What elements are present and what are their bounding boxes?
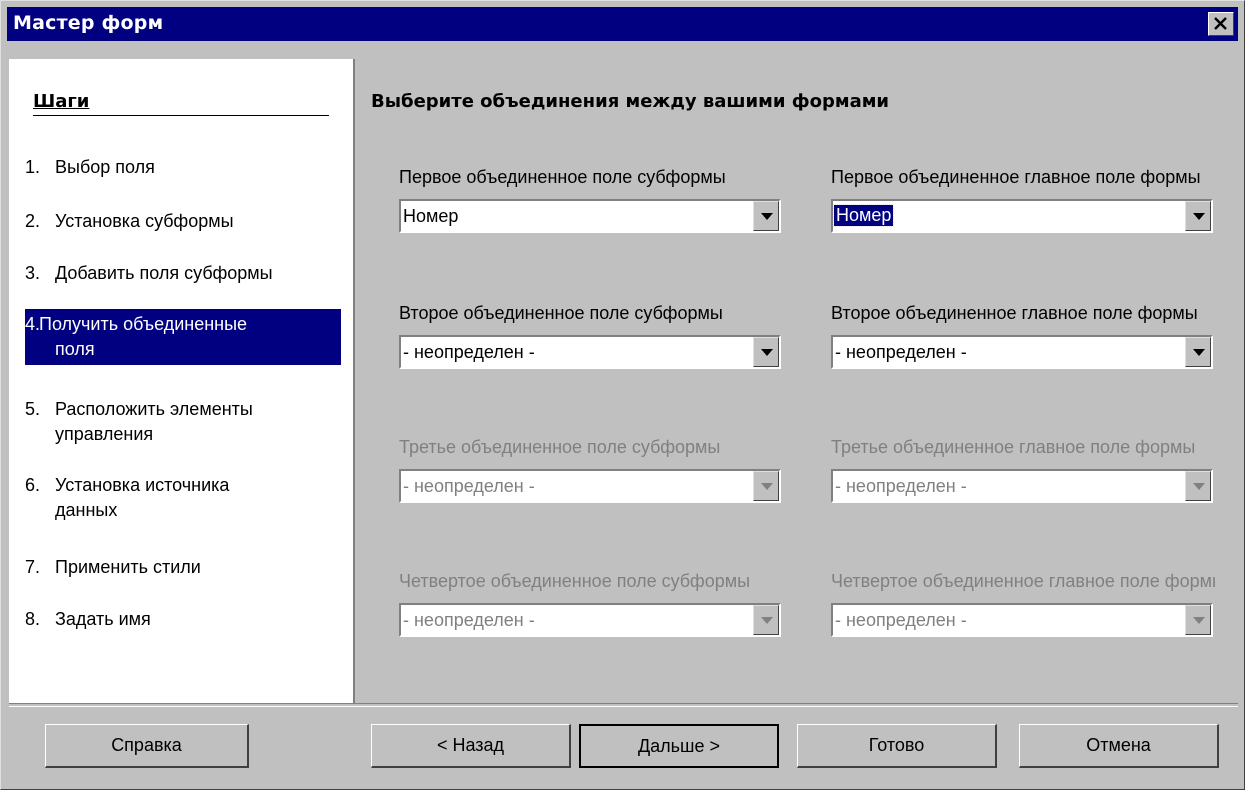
step-number: 5. [25, 399, 41, 419]
window-title: Мастер форм [13, 12, 164, 34]
back-button[interactable]: < Назад [371, 724, 571, 768]
chevron-down-icon [1193, 483, 1205, 490]
selected-value: - неопределен - [403, 342, 535, 362]
dropdown-button[interactable] [1185, 337, 1211, 367]
step-number: 8. [25, 609, 41, 629]
close-button[interactable] [1208, 12, 1234, 36]
cancel-button[interactable]: Отмена [1019, 724, 1219, 768]
step-label: Расположить элементы [55, 399, 253, 419]
dropdown-button[interactable] [1185, 201, 1211, 231]
third-subform-field-select: - неопределен - [399, 469, 781, 503]
second-subform-field-label: Второе объединенное поле субформы [399, 303, 723, 323]
dropdown-button[interactable] [753, 337, 779, 367]
footer-separator [9, 703, 1238, 707]
step-label: Задать имя [55, 609, 151, 629]
first-subform-field-label: Первое объединенное поле субформы [399, 167, 726, 187]
step-label-line2: управления [55, 424, 154, 444]
step-label-line2: данных [55, 500, 118, 520]
step-item-4[interactable]: 4.Получить объединенные поля [25, 309, 341, 365]
dropdown-button [753, 471, 779, 501]
step-number: 4. [25, 314, 41, 334]
step-item-3[interactable]: 3. Добавить поля субформы [25, 261, 341, 286]
form-wizard-window: Мастер форм Шаги 1. Выбор поля 2. Установк… [0, 0, 1245, 790]
step-item-5[interactable]: 5. Расположить элементы управления [25, 397, 341, 447]
close-icon [1214, 17, 1227, 30]
chevron-down-icon [1193, 617, 1205, 624]
step-label: Установка источника [55, 475, 230, 495]
third-subform-field-label: Третье объединенное поле субформы [399, 437, 721, 457]
dropdown-button [1185, 471, 1211, 501]
next-button[interactable]: Дальше > [579, 724, 779, 768]
chevron-down-icon [761, 349, 773, 356]
first-subform-field-select[interactable]: Номер [399, 199, 781, 233]
selected-value: Номер [832, 204, 895, 227]
step-label: Получить объединенные [39, 314, 248, 334]
selected-value: - неопределен - [835, 342, 967, 362]
third-main-field-label: Третье объединенное главное поле формы [831, 437, 1196, 457]
first-main-field-select[interactable]: Номер [831, 199, 1213, 233]
selected-value: - неопределен - [403, 610, 535, 630]
step-number: 2. [25, 211, 41, 231]
step-number: 3. [25, 263, 41, 283]
help-button[interactable]: Справка [45, 724, 249, 768]
selected-value: - неопределен - [835, 476, 967, 496]
chevron-down-icon [1193, 213, 1205, 220]
step-number: 7. [25, 557, 41, 577]
step-item-2[interactable]: 2. Установка субформы [25, 209, 341, 234]
selected-value: - неопределен - [835, 610, 967, 630]
dropdown-button[interactable] [753, 201, 779, 231]
second-subform-field-select[interactable]: - неопределен - [399, 335, 781, 369]
selected-value: - неопределен - [403, 476, 535, 496]
chevron-down-icon [761, 617, 773, 624]
third-main-field-select: - неопределен - [831, 469, 1213, 503]
chevron-down-icon [1193, 349, 1205, 356]
chevron-down-icon [761, 483, 773, 490]
selected-value: Номер [403, 206, 459, 226]
dropdown-button [1185, 605, 1211, 635]
step-label: Установка субформы [55, 211, 234, 231]
step-number: 6. [25, 475, 41, 495]
second-main-field-label: Второе объединенное главное поле формы [831, 303, 1198, 323]
step-item-1[interactable]: 1. Выбор поля [25, 155, 341, 180]
fourth-subform-field-label: Четвертое объединенное поле субформы [399, 571, 751, 591]
step-label: Применить стили [55, 557, 201, 577]
step-item-8[interactable]: 8. Задать имя [25, 607, 341, 632]
step-item-6[interactable]: 6. Установка источника данных [25, 473, 341, 523]
step-label: Добавить поля субформы [55, 263, 273, 283]
fields-panel: Выберите объединения между вашими формам… [355, 59, 1238, 703]
fourth-subform-field-select: - неопределен - [399, 603, 781, 637]
steps-title: Шаги [33, 91, 332, 116]
fourth-main-field-select: - неопределен - [831, 603, 1213, 637]
step-label-line2: поля [55, 339, 95, 359]
step-item-7[interactable]: 7. Применить стили [25, 555, 341, 580]
chevron-down-icon [761, 213, 773, 220]
steps-panel: Шаги 1. Выбор поля 2. Установка субформы 3… [9, 59, 355, 703]
dropdown-button [753, 605, 779, 635]
finish-button[interactable]: Готово [797, 724, 997, 768]
fourth-main-field-label: Четвертое объединенное главное поле форм… [831, 571, 1215, 591]
step-label: Выбор поля [55, 157, 155, 177]
page-heading: Выберите объединения между вашими формам… [371, 91, 890, 112]
step-number: 1. [25, 157, 41, 177]
first-main-field-label: Первое объединенное главное поле формы [831, 167, 1201, 187]
second-main-field-select[interactable]: - неопределен - [831, 335, 1213, 369]
title-bar: Мастер форм [7, 7, 1238, 41]
